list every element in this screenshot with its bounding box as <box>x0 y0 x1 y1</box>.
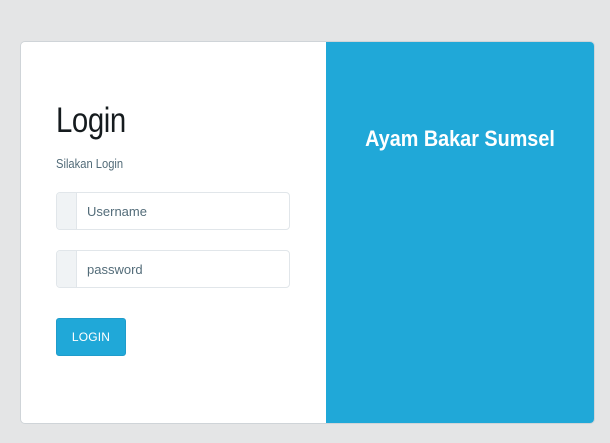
brand-panel: Ayam Bakar Sumsel <box>326 42 594 423</box>
login-card: Login Silakan Login LOGIN <box>21 42 326 423</box>
login-card-group: Login Silakan Login LOGIN Ayam Bakar Sum… <box>21 42 594 423</box>
login-title: Login <box>56 101 126 140</box>
password-addon <box>57 251 77 287</box>
password-input-group <box>56 250 290 288</box>
password-input[interactable] <box>77 251 289 287</box>
username-addon <box>57 193 77 229</box>
login-subtitle: Silakan Login <box>56 156 124 171</box>
brand-title: Ayam Bakar Sumsel <box>365 126 555 151</box>
login-button[interactable]: LOGIN <box>56 318 126 356</box>
username-input[interactable] <box>77 193 289 229</box>
username-input-group <box>56 192 290 230</box>
